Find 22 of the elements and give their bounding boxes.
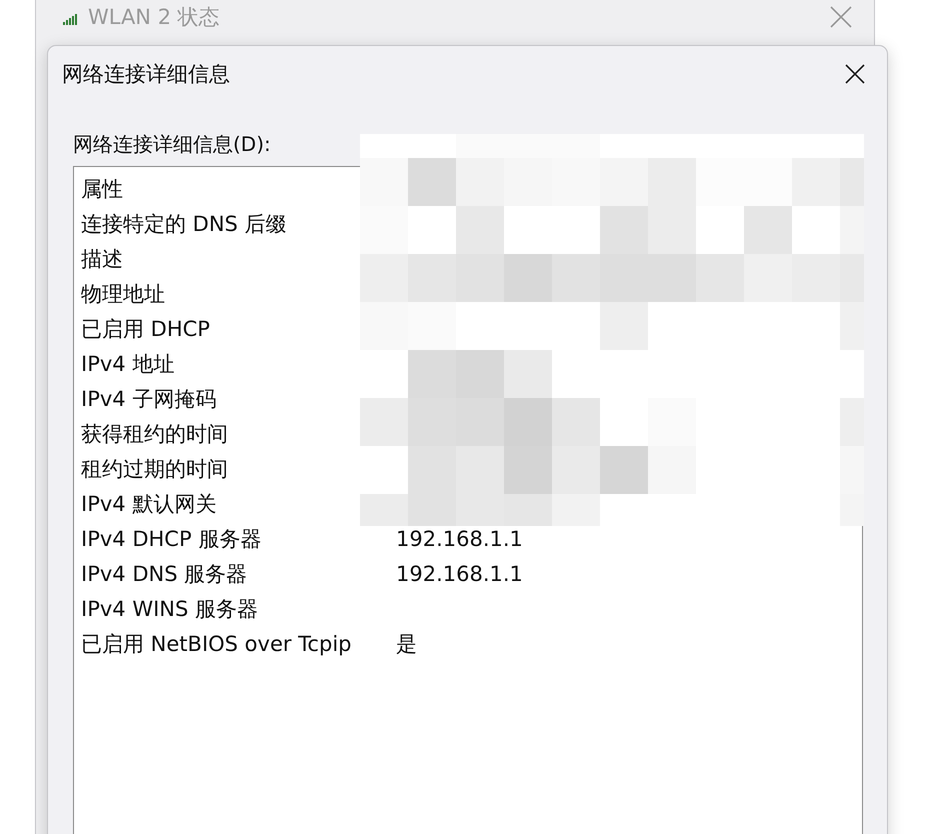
property-name: IPv4 子网掩码 (81, 386, 216, 412)
close-icon[interactable] (845, 64, 865, 84)
column-header[interactable]: 属性 (81, 174, 123, 202)
property-name: IPv4 地址 (81, 350, 174, 378)
property-name: IPv4 WINS 服务器 (81, 596, 258, 622)
property-name: 已启用 NetBIOS over Tcpip (81, 630, 352, 658)
property-name: 租约过期的时间 (81, 456, 228, 482)
property-name: 已启用 DHCP (81, 316, 210, 342)
property-name: 连接特定的 DNS 后缀 (81, 210, 287, 238)
property-value: 192.168.1.1 (396, 562, 523, 586)
signal-icon (63, 14, 80, 24)
property-value: 是 (396, 630, 417, 658)
list-label: 网络连接详细信息(D): (73, 131, 272, 158)
property-name: 物理地址 (81, 280, 165, 308)
property-name: 描述 (81, 246, 123, 272)
property-name: IPv4 默认网关 (81, 490, 216, 518)
property-value: 192.168.1.1 (396, 526, 523, 550)
dialog-title: 网络连接详细信息 (62, 61, 231, 88)
window-title: WLAN 2 状态 (88, 4, 221, 31)
property-name: IPv4 DNS 服务器 (81, 560, 248, 588)
property-name: IPv4 DHCP 服务器 (81, 526, 262, 552)
property-name: 获得租约的时间 (81, 420, 228, 448)
